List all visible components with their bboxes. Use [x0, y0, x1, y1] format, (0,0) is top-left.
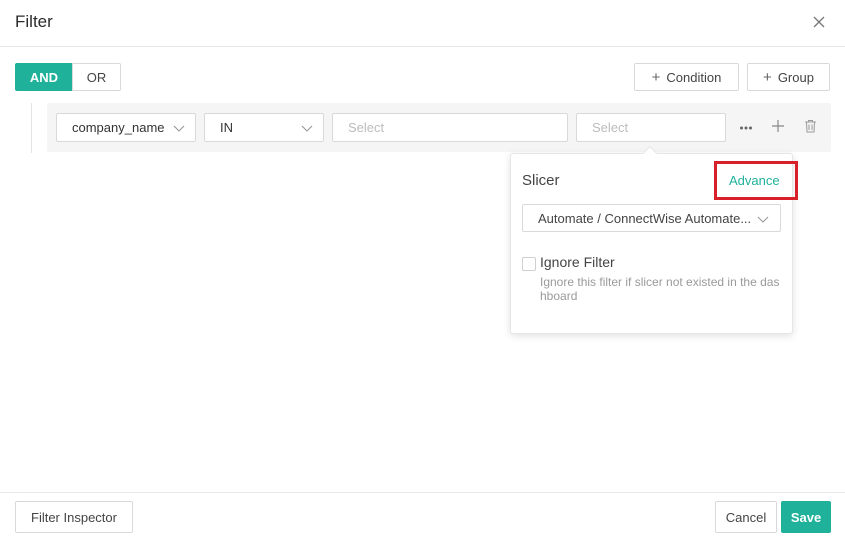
filter-inspector-button[interactable]: Filter Inspector — [15, 501, 133, 533]
slicer-source-select[interactable]: Automate / ConnectWise Automate... — [522, 204, 781, 232]
add-condition-label: Condition — [666, 69, 722, 85]
operator-select-value: IN — [220, 120, 233, 135]
trash-icon[interactable] — [804, 119, 817, 133]
field-select-value: company_name — [72, 120, 165, 135]
close-icon[interactable] — [810, 13, 828, 31]
add-condition-button[interactable]: + Condition — [634, 63, 739, 91]
slicer-select[interactable]: Select — [576, 113, 726, 142]
plus-icon[interactable] — [771, 119, 785, 133]
chevron-down-icon — [301, 125, 313, 132]
value-select-placeholder: Select — [348, 120, 385, 135]
add-group-button[interactable]: + Group — [747, 63, 830, 91]
cancel-button[interactable]: Cancel — [715, 501, 777, 533]
slicer-label: Slicer — [522, 172, 560, 189]
value-select[interactable]: Select — [332, 113, 568, 142]
operator-select[interactable]: IN — [204, 113, 324, 142]
plus-icon: + — [651, 68, 661, 86]
dialog-title: Filter — [15, 12, 53, 31]
dialog-header: Filter — [0, 0, 845, 47]
and-toggle-button[interactable]: AND — [15, 63, 73, 91]
add-group-label: Group — [777, 69, 814, 85]
field-select[interactable]: company_name — [56, 113, 196, 142]
chevron-down-icon — [757, 216, 769, 223]
slicer-select-placeholder: Select — [592, 120, 629, 135]
or-toggle-button[interactable]: OR — [72, 63, 121, 91]
slicer-source-value: Automate / ConnectWise Automate... — [538, 210, 752, 226]
more-icon[interactable] — [739, 119, 753, 133]
plus-icon: + — [763, 68, 772, 86]
ignore-filter-label[interactable]: Ignore Filter — [540, 254, 615, 270]
save-button[interactable]: Save — [781, 501, 831, 533]
chevron-down-icon — [173, 125, 185, 132]
group-tree-line — [31, 103, 32, 153]
advance-link[interactable]: Advance — [729, 173, 780, 188]
ignore-filter-description: Ignore this filter if slicer not existed… — [540, 275, 780, 303]
ignore-filter-checkbox[interactable] — [522, 257, 536, 271]
